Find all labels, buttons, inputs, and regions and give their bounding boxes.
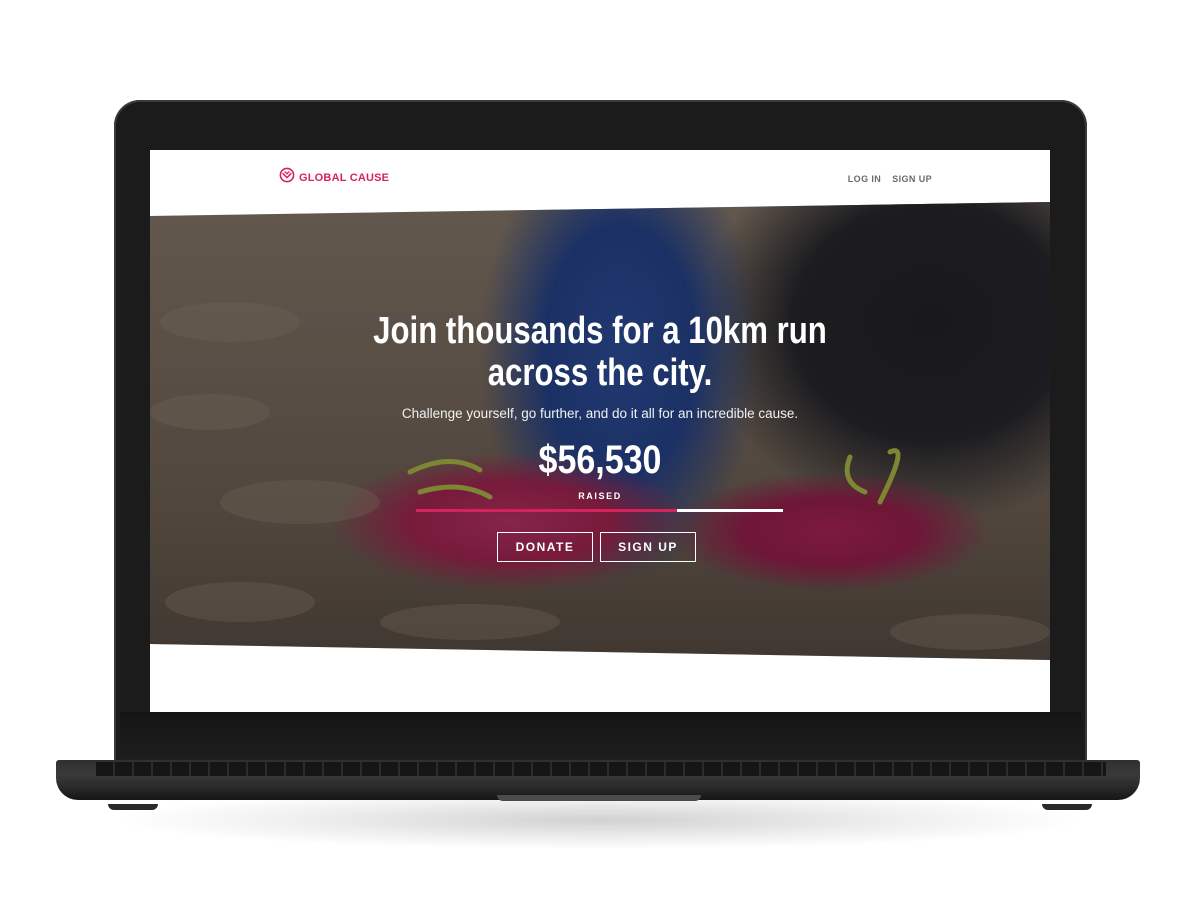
hero-buttons: DONATE SIGN UP [497, 532, 696, 562]
laptop-opening-notch [497, 795, 701, 801]
signup-button[interactable]: SIGN UP [600, 532, 696, 562]
laptop-screen: GLOBAL CAUSE LOG IN SIGN UP Join thousan… [150, 150, 1050, 712]
globe-heart-icon [279, 167, 295, 188]
hero-section: Join thousands for a 10km run across the… [150, 202, 1050, 660]
brand-logo[interactable]: GLOBAL CAUSE [279, 167, 389, 188]
fundraising-progress-bar [416, 509, 783, 512]
brand-name: GLOBAL CAUSE [299, 171, 390, 184]
laptop-bezel [120, 712, 1081, 760]
login-link[interactable]: LOG IN [848, 174, 881, 184]
raised-label: RAISED [578, 491, 622, 501]
hero-subline: Challenge yourself, go further, and do i… [401, 406, 799, 421]
hero-headline: Join thousands for a 10km run across the… [373, 310, 827, 394]
hero-content: Join thousands for a 10km run across the… [150, 202, 1050, 660]
laptop-keyboard [96, 762, 1106, 776]
progress-fill [416, 509, 677, 512]
laptop-foot-left [108, 804, 158, 810]
amount-raised: $56,530 [538, 438, 662, 482]
nav-links: LOG IN SIGN UP [848, 174, 932, 184]
donate-button[interactable]: DONATE [497, 532, 593, 562]
top-navigation: GLOBAL CAUSE LOG IN SIGN UP [150, 150, 1050, 210]
signup-link[interactable]: SIGN UP [892, 174, 932, 184]
laptop-foot-right [1042, 804, 1092, 810]
